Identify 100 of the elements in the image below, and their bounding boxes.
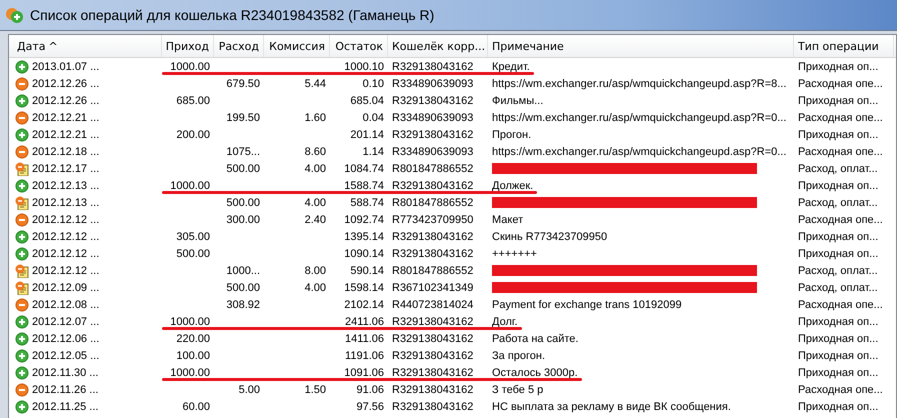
- note-cell: Кредит.: [492, 60, 530, 72]
- wallet-cell: R329138043162: [392, 332, 474, 344]
- column-header[interactable]: Примечание: [488, 35, 794, 57]
- date-cell: 2012.12.12 ...: [32, 214, 100, 226]
- type-cell: Приходная оп...: [798, 316, 878, 328]
- table-row[interactable]: 2012.12.18 ... 1075... 8.60 1.14 R334890639093 https://wm.exchanger.ru/asp/wmquickchangeupd.asp?R=0... Расходная опе...: [9, 143, 896, 160]
- date-cell: 2012.12.06 ...: [32, 332, 100, 344]
- income-cell: 200.00: [176, 128, 210, 140]
- wallet-cell: R329138043162: [392, 316, 474, 328]
- note-cell: Скинь R773423709950: [492, 230, 608, 242]
- wallet-cell: R440723814024: [392, 298, 474, 310]
- table-row[interactable]: 2012.12.09 ... 500.00 4.00 1598.14 R367102341349 Расход, оплат...: [9, 279, 896, 296]
- expense-cell: 679.50: [226, 78, 260, 90]
- table-row[interactable]: 2012.12.13 ... 500.00 4.00 588.74 R801847886552 Расход, оплат...: [9, 194, 896, 211]
- type-cell: Приходная оп...: [798, 332, 878, 344]
- table-row[interactable]: 2012.12.13 ... 1000.00 1588.74 R329138043162 Должек. Приходная оп...: [9, 177, 896, 194]
- table-row[interactable]: 2012.12.12 ... 500.00 1090.14 R329138043162 +++++++ Приходная оп...: [9, 245, 896, 262]
- date-cell: 2012.11.26 ...: [32, 384, 98, 396]
- type-cell: Приходная оп...: [798, 94, 878, 106]
- note-cell: З тебе 5 р: [492, 384, 544, 396]
- income-cell: 100.00: [176, 350, 210, 362]
- date-cell: 2012.12.12 ...: [32, 230, 100, 242]
- note-cell: Работа на сайте.: [492, 332, 578, 344]
- table-row[interactable]: 2012.12.26 ... 679.50 5.44 0.10 R334890639093 https://wm.exchanger.ru/asp/wmquickchangeupd.asp?R=8... Расходная опе...: [9, 75, 896, 92]
- type-cell: Расход, оплат...: [798, 264, 878, 276]
- type-cell: Расходная опе...: [798, 146, 883, 158]
- note-cell: За прогон.: [492, 350, 546, 362]
- table-row[interactable]: 2012.12.12 ... 1000... 8.00 590.14 R801847886552 Расход, оплат...: [9, 262, 896, 279]
- income-cell: 305.00: [176, 230, 210, 242]
- column-header[interactable]: Тип операции: [794, 35, 894, 57]
- fee-cell: 8.60: [304, 146, 326, 158]
- column-header[interactable]: Расход: [214, 35, 264, 57]
- date-cell: 2012.12.13 ...: [32, 180, 100, 192]
- table-row[interactable]: 2012.12.12 ... 305.00 1395.14 R329138043162 Скинь R773423709950 Приходная оп...: [9, 228, 896, 245]
- table-row[interactable]: 2012.12.26 ... 685.00 685.04 R329138043162 Фильмы... Приходная оп...: [9, 92, 896, 109]
- type-cell: Приходная оп...: [798, 128, 878, 140]
- note-cell: Должек.: [492, 180, 534, 192]
- type-cell: Расходная опе...: [798, 112, 883, 124]
- balance-cell: 590.14: [350, 264, 384, 276]
- balance-cell: 97.56: [356, 400, 384, 412]
- balance-cell: 201.14: [350, 128, 384, 140]
- fee-cell: 8.00: [304, 264, 326, 276]
- fee-cell: 4.00: [304, 282, 326, 294]
- balance-cell: 91.06: [356, 384, 384, 396]
- column-header[interactable]: Кошелёк корр...: [388, 35, 488, 57]
- balance-cell: 2102.14: [344, 298, 384, 310]
- fee-cell: 4.00: [304, 196, 326, 208]
- sort-indicator: ^: [48, 40, 58, 52]
- expense-cell: 308.92: [226, 298, 260, 310]
- type-cell: Приходная оп...: [798, 366, 878, 378]
- table-row[interactable]: 2013.01.07 ... 1000.00 1000.10 R329138043162 Кредит. Приходная оп...: [9, 58, 896, 75]
- note-cell: Макет: [492, 214, 524, 226]
- column-header[interactable]: Дата ^: [9, 35, 162, 57]
- date-cell: 2012.12.26 ...: [32, 94, 100, 106]
- income-cell: 1000.00: [170, 366, 210, 378]
- date-cell: 2012.12.17 ...: [32, 162, 100, 174]
- wallet-cell: R801847886552: [392, 264, 474, 276]
- income-cell: 1000.00: [170, 180, 210, 192]
- column-header[interactable]: Остаток: [330, 35, 388, 57]
- note-cell: +++++++: [492, 248, 537, 260]
- income-cell: 500.00: [176, 248, 210, 260]
- table-row[interactable]: 2012.12.07 ... 1000.00 2411.06 R329138043162 Долг. Приходная оп...: [9, 313, 896, 330]
- note-cell: Осталось 3000р.: [492, 366, 578, 378]
- balance-cell: 0.04: [362, 112, 384, 124]
- date-cell: 2012.12.26 ...: [32, 78, 100, 90]
- type-cell: Расходная опе...: [798, 78, 883, 90]
- wallet-cell: R329138043162: [392, 384, 474, 396]
- table-row[interactable]: 2012.12.21 ... 199.50 1.60 0.04 R334890639093 https://wm.exchanger.ru/asp/wmquickchangeupd.asp?R=0... Расходная опе...: [9, 109, 896, 126]
- table-row[interactable]: 2012.11.30 ... 1000.00 1091.06 R329138043162 Осталось 3000р. Приходная оп...: [9, 364, 896, 381]
- column-header[interactable]: Приход: [162, 35, 214, 57]
- column-header[interactable]: Комиссия: [264, 35, 330, 57]
- balance-cell: 1084.74: [344, 162, 384, 174]
- table-row[interactable]: 2012.12.05 ... 100.00 1191.06 R329138043162 За прогон. Приходная оп...: [9, 347, 896, 364]
- date-cell: 2012.12.18 ...: [32, 146, 100, 158]
- table-row[interactable]: 2012.12.17 ... 500.00 4.00 1084.74 R801847886552 Расход, оплат...: [9, 160, 896, 177]
- table-row[interactable]: 2012.11.26 ... 5.00 1.50 91.06 R329138043162 З тебе 5 р Расходная опе...: [9, 381, 896, 398]
- fee-cell: 5.44: [304, 78, 326, 90]
- date-cell: 2012.12.12 ...: [32, 264, 100, 276]
- table-row[interactable]: 2012.12.08 ... 308.92 2102.14 R440723814024 Payment for exchange trans 10192099 Расходная опе...: [9, 296, 896, 313]
- table-row[interactable]: 2012.12.21 ... 200.00 201.14 R329138043162 Прогон. Приходная оп...: [9, 126, 896, 143]
- wallet-cell: R773423709950: [392, 214, 474, 226]
- type-cell: Расход, оплат...: [798, 196, 878, 208]
- wallet-cell: R329138043162: [392, 230, 474, 242]
- window-title: Список операций для кошелька R234019843582 (Гаманець R): [30, 7, 434, 23]
- type-cell: Приходная оп...: [798, 230, 878, 242]
- balance-cell: 1.14: [362, 146, 384, 158]
- balance-cell: 2411.06: [345, 316, 384, 328]
- income-cell: 685.00: [176, 94, 210, 106]
- type-cell: Расходная опе...: [798, 384, 883, 396]
- table-row[interactable]: 2012.12.06 ... 220.00 1411.06 R329138043162 Работа на сайте. Приходная оп...: [9, 330, 896, 347]
- expense-cell: 1075...: [226, 146, 260, 158]
- expense-cell: 500.00: [226, 162, 260, 174]
- type-cell: Расходная опе...: [798, 214, 883, 226]
- wallet-cell: R334890639093: [392, 78, 474, 90]
- type-cell: Расход, оплат...: [798, 282, 878, 294]
- wallet-cell: R334890639093: [392, 146, 474, 158]
- table-row[interactable]: 2012.11.25 ... 60.00 97.56 R329138043162 НС выплата за рекламу в виде ВК сообщения. Приходная оп...: [9, 398, 896, 415]
- fee-cell: 4.00: [304, 162, 326, 174]
- expense-cell: 500.00: [226, 282, 260, 294]
- table-row[interactable]: 2012.12.12 ... 300.00 2.40 1092.74 R773423709950 Макет Расходная опе...: [9, 211, 896, 228]
